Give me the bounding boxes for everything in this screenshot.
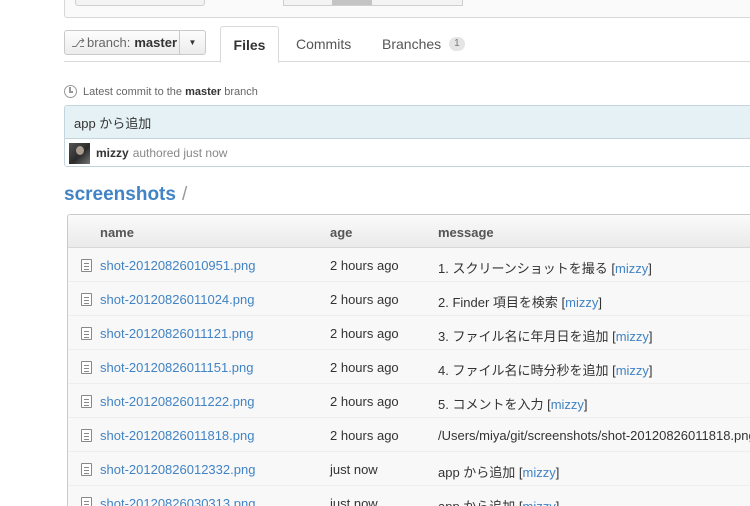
row-author-link[interactable]: mizzy: [523, 499, 556, 506]
tab-files[interactable]: Files: [220, 26, 279, 63]
branch-label: branch:: [87, 35, 131, 50]
row-age: 2 hours ago: [330, 258, 399, 273]
breadcrumb-dir-link[interactable]: screenshots: [64, 184, 176, 206]
latest-commit-heading: Latest commit to the master branch: [64, 85, 258, 98]
branch-name: master: [134, 35, 178, 50]
row-message-text: 4. ファイル名に時分秒を追加: [438, 363, 609, 378]
file-icon: [81, 293, 92, 306]
row-file-link[interactable]: shot-20120826011222.png: [100, 394, 254, 409]
file-table-header: name age message: [68, 215, 750, 248]
file-icon: [81, 395, 92, 408]
row-age: 2 hours ago: [330, 292, 399, 307]
branch-selector-button[interactable]: ⎇ branch: master ▼: [64, 30, 206, 55]
column-header-age: age: [330, 225, 353, 240]
row-file-link[interactable]: shot-20120826010951.png: [100, 258, 255, 273]
row-message-text: 1. スクリーンショットを撮る: [438, 261, 608, 276]
tab-branches-label: Branches: [382, 36, 442, 52]
row-message-text: app から追加: [438, 465, 516, 480]
commit-time: authored just now: [132, 146, 228, 160]
table-row: shot-20120826030313.png just now app から追加 …: [68, 486, 750, 506]
top-toolbar-remnant: [64, 0, 750, 18]
file-icon: [81, 429, 92, 442]
row-file-link[interactable]: shot-20120826011151.png: [100, 360, 254, 375]
row-author-link[interactable]: mizzy: [565, 295, 598, 310]
tab-commits[interactable]: Commits: [296, 26, 351, 62]
row-age: just now: [330, 462, 378, 477]
latest-commit-box: app から追加 mizzy authored just now: [64, 105, 750, 167]
table-row: shot-20120826011222.png 2 hours ago 5. コメン…: [68, 384, 750, 418]
breadcrumb: screenshots /: [64, 184, 187, 206]
file-icon: [81, 327, 92, 340]
toolbar-button-group-remnant[interactable]: [283, 0, 463, 6]
tab-commits-label: Commits: [296, 36, 352, 52]
tab-branches[interactable]: Branches 1: [382, 26, 465, 62]
row-message: 3. ファイル名に年月日を追加 [mizzy]: [438, 329, 653, 344]
row-message-text: 5. コメントを入力: [438, 397, 544, 412]
row-message: 5. コメントを入力 [mizzy]: [438, 397, 588, 412]
row-message: app から追加 [mizzy]: [438, 496, 559, 506]
breadcrumb-separator: /: [181, 184, 188, 205]
row-file-link[interactable]: shot-20120826030313.png: [100, 496, 255, 506]
commit-author[interactable]: mizzy: [96, 146, 129, 160]
row-message-text: app から追加: [438, 499, 515, 506]
row-message: 1. スクリーンショットを撮る [mizzy]: [438, 261, 652, 276]
table-row: shot-20120826012332.png just now app から追加 …: [68, 452, 750, 486]
repo-tab-bar: ⎇ branch: master ▼ Files Commits Branche…: [64, 26, 750, 63]
commit-message[interactable]: app から追加: [65, 106, 750, 139]
row-author-link[interactable]: mizzy: [616, 363, 649, 378]
table-row: shot-20120826011121.png 2 hours ago 3. ファイ…: [68, 316, 750, 350]
avatar[interactable]: [69, 142, 90, 164]
table-row: shot-20120826011818.png 2 hours ago/Users…: [68, 418, 750, 452]
file-icon: [81, 497, 92, 506]
tab-files-label: Files: [233, 36, 266, 53]
latest-branch: master: [185, 85, 222, 98]
row-file-link[interactable]: shot-20120826011818.png: [100, 428, 254, 443]
row-message: 4. ファイル名に時分秒を追加 [mizzy]: [438, 363, 653, 378]
file-icon: [81, 463, 92, 476]
column-header-message: message: [438, 225, 494, 240]
row-author-link[interactable]: mizzy: [523, 465, 556, 480]
row-message: /Users/miya/git/screenshots/shot-2012082…: [438, 428, 750, 443]
file-table: name age message shot-20120826010951.png…: [67, 214, 750, 506]
row-age: 2 hours ago: [330, 394, 399, 409]
table-row: shot-20120826011024.png 2 hours ago 2. Fin…: [68, 282, 750, 316]
file-icon: [81, 361, 92, 374]
row-file-link[interactable]: shot-20120826011024.png: [100, 292, 254, 307]
row-message-text: /Users/miya/git/screenshots/shot-2012082…: [438, 428, 750, 443]
row-author-link[interactable]: mizzy: [551, 397, 584, 412]
row-message-text: 3. ファイル名に年月日を追加: [438, 329, 609, 344]
row-author-link[interactable]: mizzy: [615, 261, 648, 276]
latest-suffix: branch: [224, 85, 258, 98]
row-file-link[interactable]: shot-20120826012332.png: [100, 462, 255, 477]
latest-prefix: Latest commit to the: [83, 85, 183, 98]
row-message: 2. Finder 項目を検索 [mizzy]: [438, 295, 602, 310]
row-age: 2 hours ago: [330, 428, 399, 443]
row-age: just now: [330, 496, 378, 506]
row-author-link[interactable]: mizzy: [616, 329, 649, 344]
row-message: app から追加 [mizzy]: [438, 465, 560, 480]
row-message-text: 2. Finder 項目を検索: [438, 295, 558, 310]
clock-icon: [64, 85, 77, 98]
branches-count-badge: 1: [449, 37, 465, 51]
commit-meta: mizzy authored just now: [65, 139, 750, 166]
table-row: shot-20120826010951.png 2 hours ago 1. スクリ…: [68, 248, 750, 282]
row-age: 2 hours ago: [330, 360, 399, 375]
file-icon: [81, 259, 92, 272]
row-age: 2 hours ago: [330, 326, 399, 341]
toolbar-button-remnant[interactable]: [75, 0, 205, 6]
chevron-down-icon[interactable]: ▼: [179, 31, 205, 54]
branch-icon: ⎇: [71, 35, 85, 50]
row-file-link[interactable]: shot-20120826011121.png: [100, 326, 254, 341]
table-row: shot-20120826011151.png 2 hours ago 4. ファイ…: [68, 350, 750, 384]
column-header-name: name: [100, 225, 134, 240]
